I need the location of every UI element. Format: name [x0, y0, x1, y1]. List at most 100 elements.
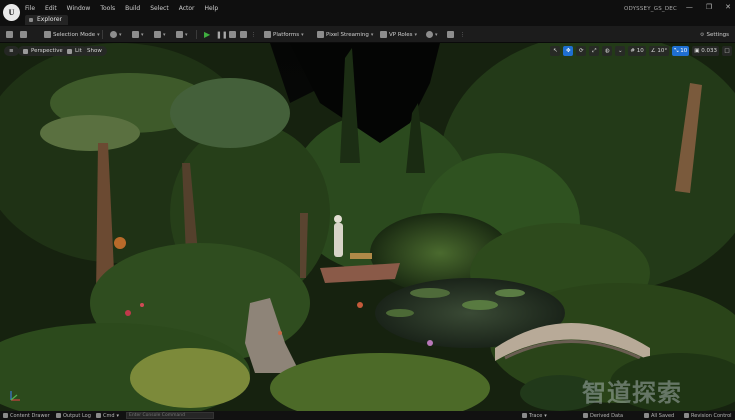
- chevron-down-icon: ▾: [97, 31, 100, 38]
- clapper-icon: [154, 31, 161, 38]
- menu-help[interactable]: Help: [205, 5, 219, 12]
- menu-edit[interactable]: Edit: [45, 5, 57, 12]
- trace-label: Trace: [529, 412, 543, 419]
- build-button[interactable]: ▾: [176, 29, 188, 40]
- all-saved-button[interactable]: All Saved: [644, 412, 674, 419]
- chevron-down-icon: ▾: [414, 31, 418, 38]
- chevron-down-icon: ▾: [435, 31, 438, 38]
- derived-data-button[interactable]: Derived Data: [583, 412, 623, 419]
- grid-snap-button[interactable]: # 10: [628, 46, 646, 56]
- rotation-snap-value: 10°: [657, 48, 668, 54]
- world-icon[interactable]: ◍: [602, 46, 613, 56]
- eject-icon: [240, 31, 247, 38]
- chevron-down-icon: ▾: [301, 31, 304, 38]
- vp-roles-dropdown[interactable]: VP Roles ▾: [380, 29, 417, 40]
- tab-explorer[interactable]: Explorer: [25, 15, 68, 25]
- menu-select[interactable]: Select: [150, 5, 169, 12]
- lit-label: Lit: [75, 48, 82, 54]
- menu-file[interactable]: File: [25, 5, 35, 12]
- maximize-icon[interactable]: ❐: [706, 3, 712, 11]
- output-log-button[interactable]: Output Log: [56, 412, 91, 419]
- tab-label: Explorer: [37, 16, 62, 23]
- blueprint-icon: [132, 31, 139, 38]
- window-controls: — ❐ ✕: [686, 3, 731, 11]
- derived-data-icon: [583, 413, 588, 418]
- save-status-icon: [644, 413, 649, 418]
- menu-actor[interactable]: Actor: [179, 5, 195, 12]
- camera-speed-button[interactable]: ▣ 0.033: [692, 46, 719, 56]
- viewport-transform-toolbar: ↖ ✥ ⟳ ⤢ ◍ ⌄ # 10 ∠ 10° ⤡ 10 ▣ 0.033 □: [550, 46, 732, 56]
- menu-window[interactable]: Window: [67, 5, 91, 12]
- toolbar-more-button[interactable]: ⋮: [460, 29, 465, 40]
- chevron-down-icon: ▾: [185, 31, 188, 38]
- stop-icon: [229, 31, 236, 38]
- show-button[interactable]: Show: [82, 46, 107, 56]
- minimize-icon[interactable]: —: [686, 3, 693, 11]
- menu-tools[interactable]: Tools: [100, 5, 115, 12]
- add-actor-button[interactable]: ▾: [110, 29, 122, 40]
- close-icon[interactable]: ✕: [725, 3, 731, 11]
- output-log-label: Output Log: [63, 412, 91, 419]
- pixel-streaming-dropdown[interactable]: Pixel Streaming ▾: [317, 29, 373, 40]
- project-name: ODYSSEY_GS_DEC: [623, 6, 677, 12]
- revision-control-icon: [684, 413, 689, 418]
- lit-icon: [67, 48, 72, 54]
- step-button[interactable]: ❚❚: [216, 29, 228, 40]
- menu-build[interactable]: Build: [125, 5, 140, 12]
- mode-toggle-button[interactable]: [20, 29, 27, 40]
- perspective-label: Perspective: [31, 48, 63, 54]
- trace-icon: [522, 413, 527, 418]
- cmd-dropdown[interactable]: Cmd ▾: [96, 412, 119, 419]
- scale-snap-value: 10: [680, 48, 688, 54]
- status-bar: Content Drawer Output Log Cmd ▾ Enter Co…: [0, 411, 735, 420]
- selection-mode-label: Selection Mode: [53, 31, 96, 38]
- camera-speed-icon: ▣: [694, 48, 700, 54]
- grid-snap-value: 10: [636, 48, 644, 54]
- garden-scene-render[interactable]: [0, 43, 735, 411]
- perspective-button[interactable]: Perspective: [18, 46, 68, 56]
- scale-snap-button[interactable]: ⤡ 10: [672, 46, 690, 56]
- console-command-input[interactable]: Enter Console Command: [126, 412, 214, 419]
- rotation-snap-button[interactable]: ∠ 10°: [648, 46, 670, 56]
- stop-button[interactable]: [229, 29, 236, 40]
- grid-icon: #: [630, 48, 635, 54]
- camera-speed-value: 0.033: [701, 48, 717, 54]
- level-viewport[interactable]: ≡ Perspective Lit Show ↖ ✥ ⟳ ⤢ ◍ ⌄ # 10 …: [0, 43, 735, 411]
- live-link-button[interactable]: [447, 29, 454, 40]
- platforms-dropdown[interactable]: Platforms ▾: [264, 29, 304, 40]
- surface-snap-icon[interactable]: ⌄: [615, 46, 626, 56]
- content-drawer-label: Content Drawer: [10, 412, 50, 419]
- output-log-icon: [56, 413, 61, 418]
- pause-icon: ❚❚: [216, 30, 228, 39]
- unreal-logo-icon[interactable]: U: [3, 4, 20, 21]
- cinematics-button[interactable]: ▾: [154, 29, 166, 40]
- translate-icon[interactable]: ✥: [563, 46, 574, 56]
- more-icon: ⋮: [460, 31, 465, 38]
- pixel-streaming-label: Pixel Streaming: [326, 31, 369, 38]
- play-options-button[interactable]: ⋮: [251, 29, 256, 40]
- build-icon: [176, 31, 183, 38]
- scale-icon[interactable]: ⤢: [589, 46, 600, 56]
- trace-dropdown[interactable]: Trace ▾: [522, 412, 547, 419]
- revision-control-button[interactable]: Revision Control: [684, 412, 732, 419]
- revision-icon: [426, 31, 433, 38]
- eject-button[interactable]: [240, 29, 247, 40]
- rotate-icon[interactable]: ⟳: [576, 46, 587, 56]
- all-saved-label: All Saved: [651, 412, 675, 419]
- vp-roles-icon: [380, 31, 387, 38]
- save-button[interactable]: [6, 29, 13, 40]
- scale-snap-icon: ⤡: [674, 48, 679, 54]
- selection-mode-dropdown[interactable]: Selection Mode ▾: [44, 29, 100, 40]
- source-control-button[interactable]: ▾: [426, 29, 438, 40]
- play-button[interactable]: ▶: [204, 29, 210, 40]
- maximize-icon[interactable]: □: [722, 46, 732, 56]
- hamburger-icon: ≡: [9, 48, 14, 54]
- settings-dropdown[interactable]: ⚙ Settings: [700, 29, 729, 40]
- cmd-label: Cmd: [103, 412, 115, 419]
- pixel-streaming-icon: [317, 31, 324, 38]
- viewport-options-button[interactable]: ≡: [4, 46, 19, 56]
- vp-roles-label: VP Roles: [389, 31, 413, 38]
- content-drawer-button[interactable]: Content Drawer: [3, 412, 50, 419]
- select-icon[interactable]: ↖: [550, 46, 561, 56]
- blueprint-button[interactable]: ▾: [132, 29, 144, 40]
